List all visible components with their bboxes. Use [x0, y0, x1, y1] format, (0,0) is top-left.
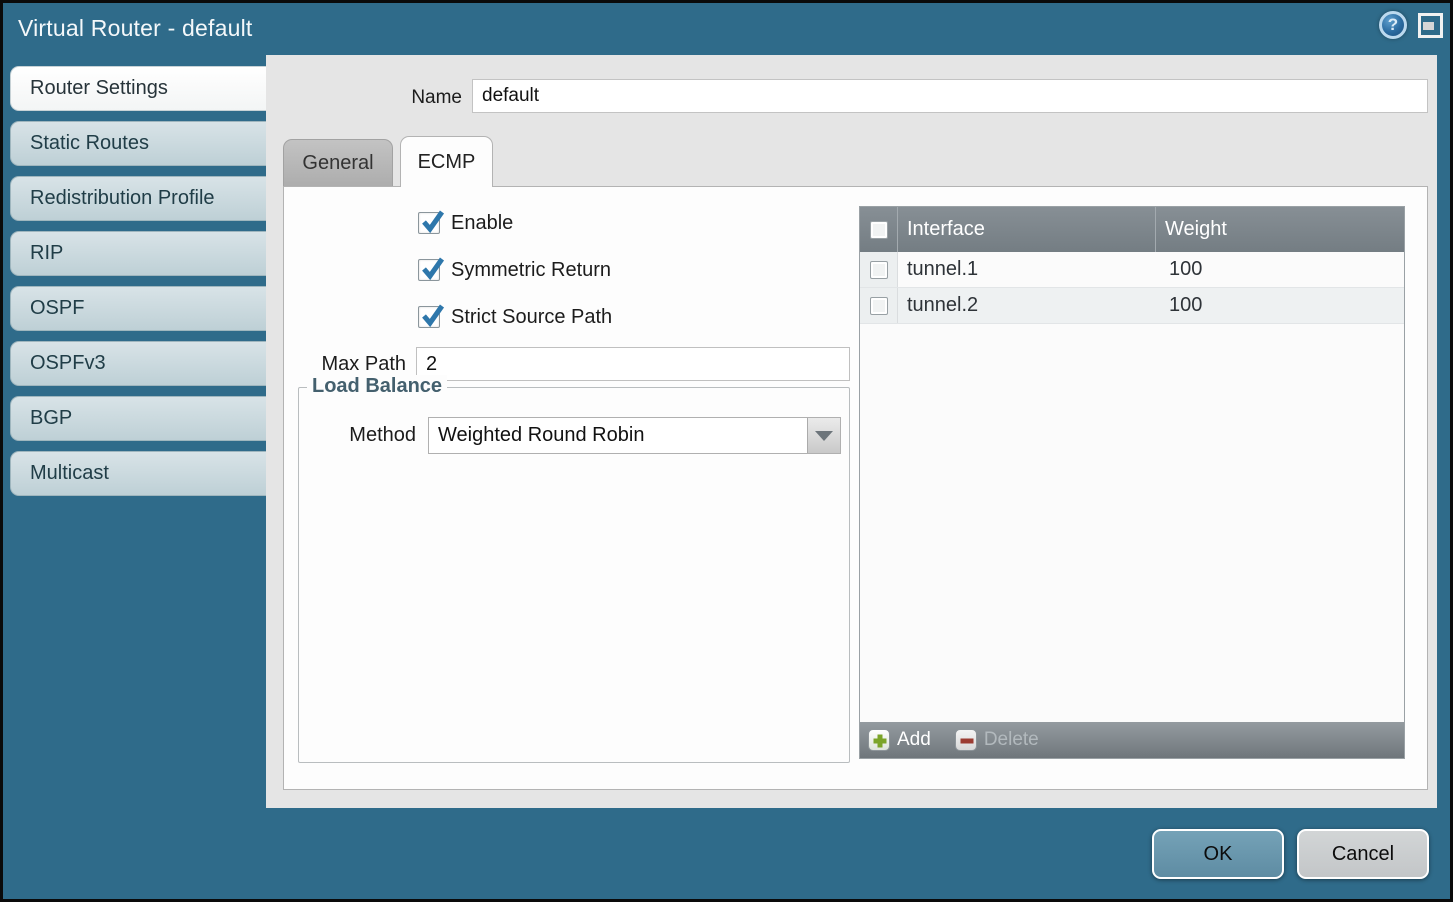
- weight-cell: 100: [1156, 252, 1404, 287]
- tab-general[interactable]: General: [283, 139, 393, 186]
- virtual-router-dialog: Virtual Router - default ? Router Settin…: [0, 0, 1453, 902]
- check-icon: [420, 256, 444, 280]
- row-checkbox-cell: [860, 288, 898, 323]
- table-header: Interface Weight: [860, 207, 1404, 252]
- table-row[interactable]: tunnel.1 100: [860, 252, 1404, 288]
- chevron-down-icon: [815, 431, 833, 441]
- method-label: Method: [299, 417, 416, 453]
- strict-source-path-checkbox[interactable]: [418, 306, 440, 328]
- sidebar-item-rip[interactable]: RIP: [10, 231, 266, 276]
- dialog-title: Virtual Router - default: [18, 15, 253, 42]
- delete-button[interactable]: Delete: [955, 729, 1039, 751]
- tab-ecmp[interactable]: ECMP: [400, 136, 493, 187]
- sidebar-item-ospfv3[interactable]: OSPFv3: [10, 341, 266, 386]
- sidebar-item-multicast[interactable]: Multicast: [10, 451, 266, 496]
- column-header-interface[interactable]: Interface: [898, 207, 1156, 252]
- content-area: Name General ECMP Enable: [266, 55, 1437, 808]
- select-all-checkbox[interactable]: [870, 221, 888, 239]
- interface-table: Interface Weight tunnel.1 100 tunnel.2 1…: [859, 206, 1405, 759]
- sidebar-item-ospf[interactable]: OSPF: [10, 286, 266, 331]
- name-label: Name: [266, 81, 462, 114]
- table-row[interactable]: tunnel.2 100: [860, 288, 1404, 324]
- cancel-button[interactable]: Cancel: [1297, 829, 1429, 879]
- ecmp-tab-panel: Enable Symmetric Return Strict Source Pa…: [283, 186, 1428, 790]
- row-checkbox-cell: [860, 252, 898, 287]
- table-empty-area: [860, 324, 1404, 722]
- enable-checkbox[interactable]: [418, 212, 440, 234]
- sidebar-item-router-settings[interactable]: Router Settings: [10, 66, 266, 111]
- column-header-weight[interactable]: Weight: [1156, 207, 1404, 252]
- delete-minus-icon: [955, 729, 977, 751]
- method-selected-value: Weighted Round Robin: [438, 418, 644, 453]
- interface-cell: tunnel.1: [898, 252, 1156, 287]
- enable-label: Enable: [451, 212, 513, 235]
- method-dropdown[interactable]: Weighted Round Robin: [428, 417, 841, 454]
- check-icon: [420, 303, 444, 327]
- sidebar-item-bgp[interactable]: BGP: [10, 396, 266, 441]
- delete-button-label: Delete: [984, 729, 1039, 751]
- help-icon[interactable]: ?: [1379, 11, 1407, 39]
- header-checkbox-cell: [860, 207, 898, 252]
- strict-source-path-option-row: Strict Source Path: [418, 303, 612, 331]
- add-plus-icon: [868, 729, 890, 751]
- add-button[interactable]: Add: [868, 729, 931, 751]
- sidebar: Router Settings Static Routes Redistribu…: [10, 66, 266, 506]
- load-balance-group: Load Balance Method Weighted Round Robin: [298, 387, 850, 763]
- interface-cell: tunnel.2: [898, 288, 1156, 323]
- load-balance-legend: Load Balance: [307, 375, 447, 398]
- restore-window-icon[interactable]: [1418, 13, 1443, 38]
- enable-option-row: Enable: [418, 209, 513, 237]
- table-toolbar: Add Delete: [860, 722, 1404, 758]
- sidebar-item-static-routes[interactable]: Static Routes: [10, 121, 266, 166]
- symmetric-return-checkbox[interactable]: [418, 259, 440, 281]
- symmetric-return-option-row: Symmetric Return: [418, 256, 611, 284]
- weight-cell: 100: [1156, 288, 1404, 323]
- add-button-label: Add: [897, 729, 931, 751]
- ok-button[interactable]: OK: [1152, 829, 1284, 879]
- check-icon: [420, 209, 444, 233]
- strict-source-path-label: Strict Source Path: [451, 306, 612, 329]
- row-checkbox[interactable]: [870, 261, 888, 279]
- title-bar: Virtual Router - default ?: [3, 3, 1450, 55]
- symmetric-return-label: Symmetric Return: [451, 259, 611, 282]
- name-input[interactable]: [472, 79, 1428, 113]
- max-path-input[interactable]: [416, 347, 850, 381]
- method-dropdown-button[interactable]: [807, 418, 840, 453]
- restore-window-glyph: [1423, 22, 1434, 30]
- sidebar-item-redistribution-profile[interactable]: Redistribution Profile: [10, 176, 266, 221]
- row-checkbox[interactable]: [870, 297, 888, 315]
